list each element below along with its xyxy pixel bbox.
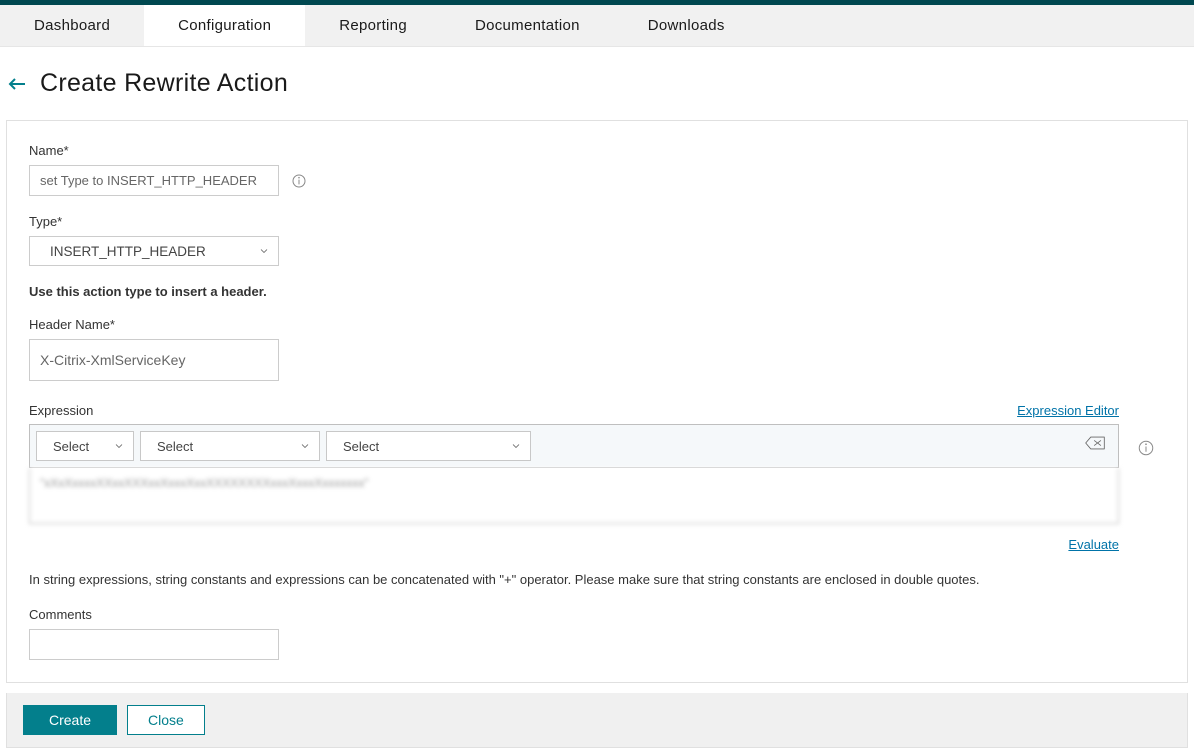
chevron-down-icon	[258, 245, 270, 257]
comments-input[interactable]	[29, 629, 279, 660]
expr-select-3[interactable]: Select	[326, 431, 531, 461]
info-icon[interactable]	[291, 173, 307, 189]
tab-dashboard[interactable]: Dashboard	[0, 5, 144, 46]
header-name-input[interactable]	[29, 339, 279, 381]
expr-select-1[interactable]: Select	[36, 431, 134, 461]
expr-select-3-value: Select	[343, 439, 379, 454]
expression-toolbox: Select Select Select	[29, 424, 1119, 468]
comments-label: Comments	[29, 607, 1165, 622]
type-select-value: INSERT_HTTP_HEADER	[50, 244, 206, 259]
page-title: Create Rewrite Action	[40, 69, 288, 98]
page-header: Create Rewrite Action	[0, 47, 1194, 120]
close-button[interactable]: Close	[127, 705, 205, 735]
tab-documentation[interactable]: Documentation	[441, 5, 614, 46]
expr-select-2-value: Select	[157, 439, 193, 454]
expression-label: Expression	[29, 403, 93, 418]
chevron-down-icon	[510, 440, 522, 452]
type-help-text: Use this action type to insert a header.	[29, 284, 1165, 299]
back-arrow-icon[interactable]	[6, 72, 30, 96]
clear-icon[interactable]	[1084, 435, 1106, 451]
footer-actions: Create Close	[6, 693, 1188, 748]
expression-textarea[interactable]	[29, 468, 1119, 524]
concat-hint: In string expressions, string constants …	[29, 572, 1165, 587]
expr-select-2[interactable]: Select	[140, 431, 320, 461]
name-label: Name*	[29, 143, 1165, 158]
header-name-label: Header Name*	[29, 317, 1165, 332]
type-label: Type*	[29, 214, 1165, 229]
tab-reporting[interactable]: Reporting	[305, 5, 441, 46]
main-tabs: Dashboard Configuration Reporting Docume…	[0, 5, 1194, 47]
form-panel: Name* Type* INSERT_HTTP_HEADER Use this …	[6, 120, 1188, 683]
chevron-down-icon	[113, 440, 125, 452]
tab-configuration[interactable]: Configuration	[144, 5, 305, 46]
type-select[interactable]: INSERT_HTTP_HEADER	[29, 236, 279, 266]
expr-select-1-value: Select	[53, 439, 89, 454]
create-button[interactable]: Create	[23, 705, 117, 735]
tab-downloads[interactable]: Downloads	[614, 5, 759, 46]
expression-editor-link[interactable]: Expression Editor	[1017, 403, 1119, 418]
chevron-down-icon	[299, 440, 311, 452]
name-input[interactable]	[29, 165, 279, 196]
evaluate-link[interactable]: Evaluate	[1068, 537, 1119, 552]
info-icon[interactable]	[1137, 439, 1155, 457]
